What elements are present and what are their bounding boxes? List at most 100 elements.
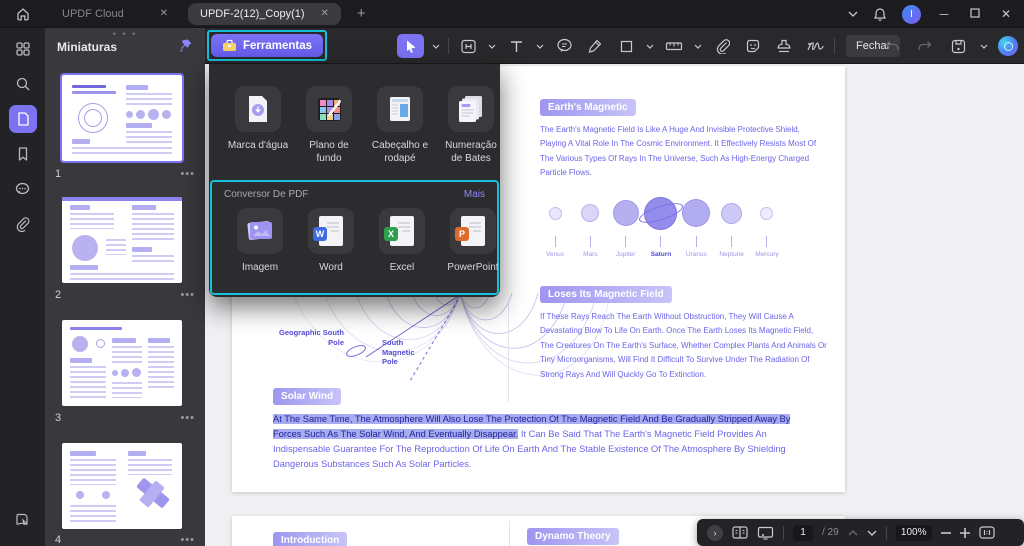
thumbnail-page-2[interactable] bbox=[62, 197, 182, 283]
paperclip-icon bbox=[15, 216, 30, 232]
convert-to-image[interactable]: Imagem bbox=[228, 208, 292, 275]
planet-uranus: Uranus bbox=[679, 196, 713, 258]
minimize-button[interactable]: ─ bbox=[936, 7, 952, 21]
thumbnail-row-2: 2 ••• bbox=[55, 289, 195, 301]
thumbnail-menu-button[interactable]: ••• bbox=[180, 168, 195, 180]
convert-to-powerpoint[interactable]: P PowerPoint bbox=[441, 208, 505, 275]
read-mode-icon bbox=[14, 512, 31, 528]
thumbnail-page-4[interactable] bbox=[62, 443, 182, 529]
presentation-button[interactable] bbox=[757, 526, 774, 540]
tool-label: Word bbox=[319, 262, 343, 275]
thumbnail-menu-button[interactable]: ••• bbox=[180, 534, 195, 546]
tool-item-bates-numbering[interactable]: Numeração de Bates bbox=[439, 86, 503, 165]
sticker-tool-button[interactable] bbox=[741, 34, 765, 58]
earths-magnetic-badge: Earth's Magnetic bbox=[540, 99, 636, 116]
read-mode-button[interactable] bbox=[9, 506, 37, 534]
zoom-out-button[interactable] bbox=[941, 532, 951, 534]
tab-document[interactable]: UPDF-2(12)_Copy(1) ✕ bbox=[188, 3, 341, 25]
notifications-bell-icon[interactable] bbox=[873, 7, 887, 22]
text-tool-button[interactable] bbox=[504, 34, 528, 58]
save-button[interactable] bbox=[946, 34, 970, 58]
pen-tool-button[interactable] bbox=[583, 34, 607, 58]
measure-tool-button[interactable] bbox=[662, 34, 686, 58]
ai-assistant-button[interactable] bbox=[998, 36, 1018, 56]
tool-label: Numeração de Bates bbox=[439, 140, 503, 165]
attachment-tool-button[interactable] bbox=[710, 34, 734, 58]
save-dropdown[interactable] bbox=[979, 34, 989, 58]
converter-more-link[interactable]: Mais bbox=[464, 189, 485, 200]
close-tab-icon[interactable]: ✕ bbox=[160, 8, 168, 19]
panel-title: Miniaturas bbox=[57, 40, 117, 54]
planet-label: Uranus bbox=[686, 251, 707, 258]
home-button[interactable] bbox=[12, 4, 34, 24]
undo-button[interactable] bbox=[880, 34, 904, 58]
tool-item-background[interactable]: Plano de fundo bbox=[297, 86, 361, 165]
sidebar-item-apps[interactable] bbox=[9, 35, 37, 63]
page-layout-button[interactable] bbox=[732, 526, 748, 539]
sidebar-item-comments[interactable] bbox=[9, 175, 37, 203]
close-tab-icon[interactable]: ✕ bbox=[321, 8, 329, 19]
expand-bar-button[interactable]: › bbox=[707, 525, 723, 541]
tool-item-watermark[interactable]: Marca d'água bbox=[226, 86, 290, 153]
zoom-in-button[interactable] bbox=[960, 528, 970, 538]
solar-wind-paragraph[interactable]: At The Same Time, The Atmosphere Will Al… bbox=[273, 412, 810, 472]
page-header-tool-dropdown[interactable] bbox=[487, 34, 497, 58]
thumbnail-page-3[interactable] bbox=[62, 320, 182, 406]
next-page-button[interactable] bbox=[867, 530, 877, 536]
thumbnail-menu-button[interactable]: ••• bbox=[180, 412, 195, 424]
stamp-icon bbox=[776, 38, 792, 54]
dynamo-theory-badge: Dynamo Theory bbox=[527, 528, 619, 545]
page-header-tool-button[interactable] bbox=[456, 34, 480, 58]
loses-field-badge: Loses Its Magnetic Field bbox=[540, 286, 672, 303]
toolbox-icon bbox=[222, 39, 237, 52]
select-tool-dropdown[interactable] bbox=[431, 34, 441, 58]
convert-to-word[interactable]: W Word bbox=[299, 208, 363, 275]
close-window-button[interactable]: ✕ bbox=[998, 7, 1014, 21]
text-tool-dropdown[interactable] bbox=[535, 34, 545, 58]
ai-icon bbox=[1004, 42, 1013, 51]
fit-actual-size-button[interactable] bbox=[979, 526, 995, 539]
sidebar-item-bookmarks[interactable] bbox=[9, 140, 37, 168]
pin-icon[interactable] bbox=[179, 38, 193, 58]
sidebar-item-search[interactable] bbox=[9, 70, 37, 98]
tab-updf-cloud[interactable]: UPDF Cloud ✕ bbox=[56, 3, 174, 25]
chat-bubble-icon bbox=[14, 181, 31, 197]
tool-label: Cabeçalho e rodapé bbox=[368, 140, 432, 165]
planet-tick bbox=[625, 236, 626, 247]
toolbar-actions bbox=[880, 28, 1018, 64]
signature-tool-button[interactable] bbox=[803, 34, 827, 58]
bar-divider bbox=[886, 526, 887, 540]
select-tool-button[interactable] bbox=[397, 34, 424, 58]
ferramentas-button[interactable]: Ferramentas bbox=[211, 34, 323, 57]
chevron-down-icon[interactable] bbox=[848, 11, 858, 17]
bar-divider bbox=[783, 526, 784, 540]
thumbnail-number: 3 bbox=[55, 412, 61, 424]
planet-jupiter: Jupiter bbox=[609, 196, 643, 258]
thumbnail-preview bbox=[70, 327, 122, 330]
thumbnail-menu-button[interactable]: ••• bbox=[180, 289, 195, 301]
maximize-button[interactable] bbox=[967, 7, 983, 21]
tab-label: UPDF-2(12)_Copy(1) bbox=[200, 8, 305, 20]
planet-circle bbox=[721, 203, 742, 224]
sticker-icon bbox=[745, 38, 761, 54]
zoom-level[interactable]: 100% bbox=[896, 525, 932, 541]
comment-tool-button[interactable] bbox=[552, 34, 576, 58]
shape-tool-button[interactable] bbox=[614, 34, 638, 58]
previous-page-button[interactable] bbox=[848, 530, 858, 536]
planet-circle bbox=[613, 200, 639, 226]
stamp-tool-button[interactable] bbox=[772, 34, 796, 58]
sidebar-item-thumbnails[interactable] bbox=[9, 105, 37, 133]
redo-button[interactable] bbox=[913, 34, 937, 58]
column-divider bbox=[508, 300, 509, 402]
tool-item-header-footer[interactable]: Cabeçalho e rodapé bbox=[368, 86, 432, 165]
toolbar-divider bbox=[448, 38, 449, 54]
new-tab-button[interactable]: + bbox=[357, 5, 366, 22]
measure-tool-dropdown[interactable] bbox=[693, 34, 703, 58]
page-number-input[interactable] bbox=[793, 525, 813, 541]
avatar[interactable]: I bbox=[902, 5, 921, 24]
thumbnail-page-1[interactable] bbox=[62, 75, 182, 161]
thumbnail-row-3: 3 ••• bbox=[55, 412, 195, 424]
shape-tool-dropdown[interactable] bbox=[645, 34, 655, 58]
sidebar-item-attachments[interactable] bbox=[9, 210, 37, 238]
convert-to-excel[interactable]: X Excel bbox=[370, 208, 434, 275]
